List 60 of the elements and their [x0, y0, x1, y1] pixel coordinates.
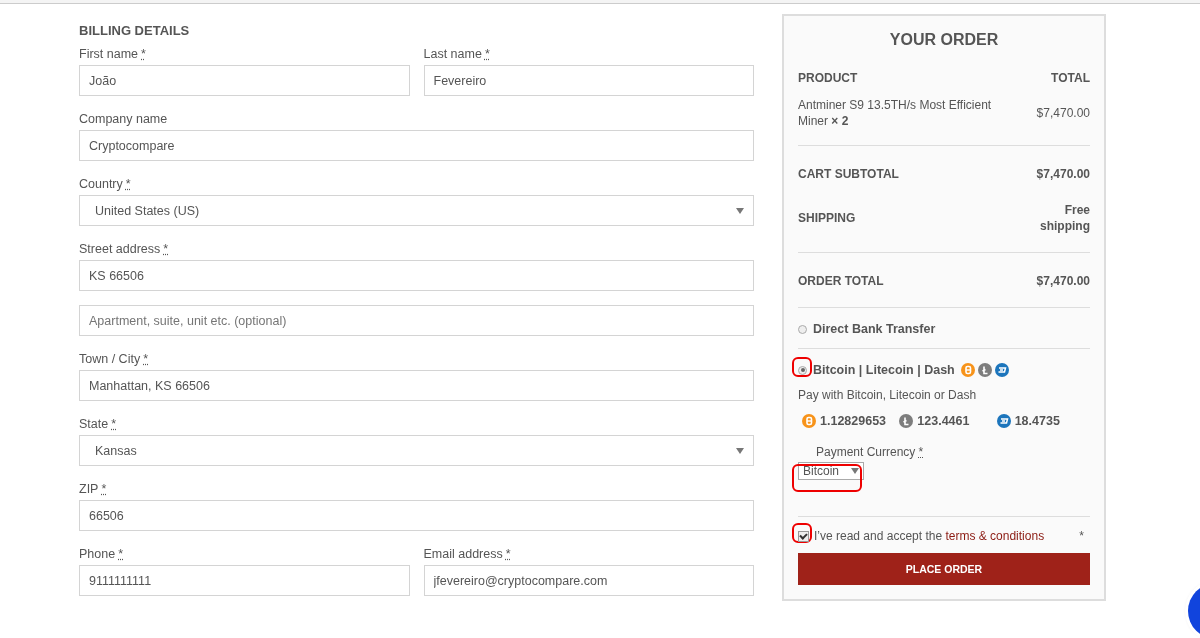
total-value: $7,470.00	[1035, 273, 1090, 289]
required-mark: *	[118, 547, 124, 561]
input-field[interactable]: Apartment, suite, unit etc. (optional)	[79, 305, 754, 336]
total-label: ORDER TOTAL	[798, 274, 884, 288]
crypto-amount: 123.4461	[917, 414, 970, 428]
terms-text: I’ve read and accept the terms & conditions	[814, 529, 1045, 543]
required-mark: *	[1079, 529, 1084, 543]
input-field[interactable]: KS 66506	[79, 260, 754, 291]
field-label: First name	[79, 47, 139, 61]
field-label: ZIP	[79, 482, 99, 496]
total-label: CART SUBTOTAL	[798, 167, 899, 181]
total-label: SHIPPING	[798, 211, 856, 225]
input-field[interactable]: jfevereiro@cryptocompare.com	[423, 565, 754, 596]
select-field[interactable]: Kansas	[79, 435, 754, 466]
terms-link[interactable]: terms & conditions	[945, 529, 1045, 543]
total-value: $7,470.00	[1035, 166, 1090, 182]
product-total: $7,470.00	[1036, 106, 1090, 120]
field-label: Last name	[423, 47, 482, 61]
column-header: PRODUCT	[798, 71, 858, 85]
column-header: TOTAL	[1051, 71, 1090, 85]
required-mark: *	[143, 352, 148, 366]
field-label: Street address	[79, 242, 161, 256]
field-label: Town / City	[79, 352, 141, 366]
required-mark: *	[111, 417, 117, 431]
required-mark: *	[141, 47, 146, 61]
required-mark: *	[505, 547, 511, 561]
order-title: YOUR ORDER	[888, 31, 1000, 49]
field-label: Email address	[423, 547, 503, 561]
crypto-amount: 18.4735	[1014, 414, 1060, 428]
place-order-button[interactable]: PLACE ORDER	[798, 553, 1090, 585]
section-title: BILLING DETAILS	[79, 23, 191, 38]
required-mark: *	[163, 242, 169, 256]
input-field[interactable]: Fevereiro	[423, 65, 754, 96]
field-label: Company name	[79, 112, 168, 126]
field-label: Payment Currency	[816, 444, 916, 460]
required-mark: *	[125, 177, 131, 191]
total-value: Free shipping	[1039, 202, 1090, 234]
required-mark: *	[918, 444, 924, 460]
payment-description: Pay with Bitcoin, Litecoin or Dash	[798, 388, 978, 402]
radio-button[interactable]	[798, 324, 807, 334]
product-name: Antminer S9 13.5TH/s Most Efficient Miner × 2	[798, 97, 993, 129]
caret-icon	[851, 468, 860, 474]
field-label: State	[79, 417, 109, 431]
field-label: Phone	[79, 547, 116, 561]
input-field[interactable]: 66506	[79, 500, 754, 531]
input-field[interactable]: João	[79, 65, 410, 96]
payment-method-label[interactable]: Bitcoin | Litecoin | Dash	[813, 363, 955, 377]
payment-method-label[interactable]: Direct Bank Transfer	[813, 322, 936, 336]
input-field[interactable]: Manhattan, KS 66506	[79, 370, 754, 401]
input-field[interactable]: Cryptocompare	[79, 130, 754, 161]
checkbox[interactable]	[798, 530, 809, 542]
required-mark: *	[101, 482, 107, 496]
caret-icon	[736, 207, 744, 214]
radio-button[interactable]	[798, 365, 807, 375]
required-mark: *	[484, 47, 490, 61]
select-field[interactable]: United States (US)	[79, 195, 754, 226]
crypto-amount: 1.12829653	[820, 414, 887, 428]
caret-icon	[736, 447, 744, 454]
input-field[interactable]: 9111111111	[79, 565, 410, 596]
field-label: Country	[79, 177, 123, 191]
